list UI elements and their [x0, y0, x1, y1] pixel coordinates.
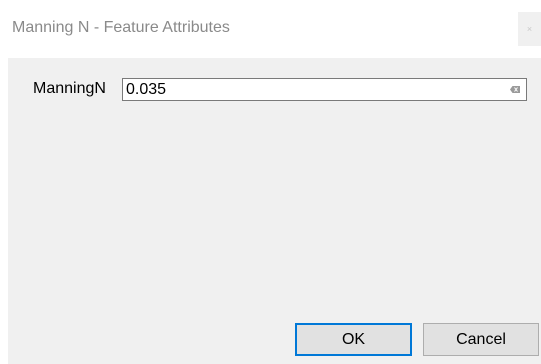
cancel-button[interactable]: Cancel: [423, 323, 539, 356]
ok-button[interactable]: OK: [295, 323, 412, 356]
close-icon: ×: [526, 24, 533, 34]
dialog-body: ManningN OK Cancel: [8, 58, 541, 364]
dialog-window: Manning N - Feature Attributes × Manning…: [0, 0, 541, 364]
manning-n-field[interactable]: [122, 78, 527, 101]
backspace-icon[interactable]: [510, 86, 520, 93]
close-button[interactable]: ×: [518, 12, 541, 46]
window-title: Manning N - Feature Attributes: [12, 19, 230, 36]
title-bar: Manning N - Feature Attributes ×: [0, 0, 541, 58]
manning-n-input[interactable]: [123, 79, 506, 100]
manning-n-label: ManningN: [33, 80, 106, 97]
